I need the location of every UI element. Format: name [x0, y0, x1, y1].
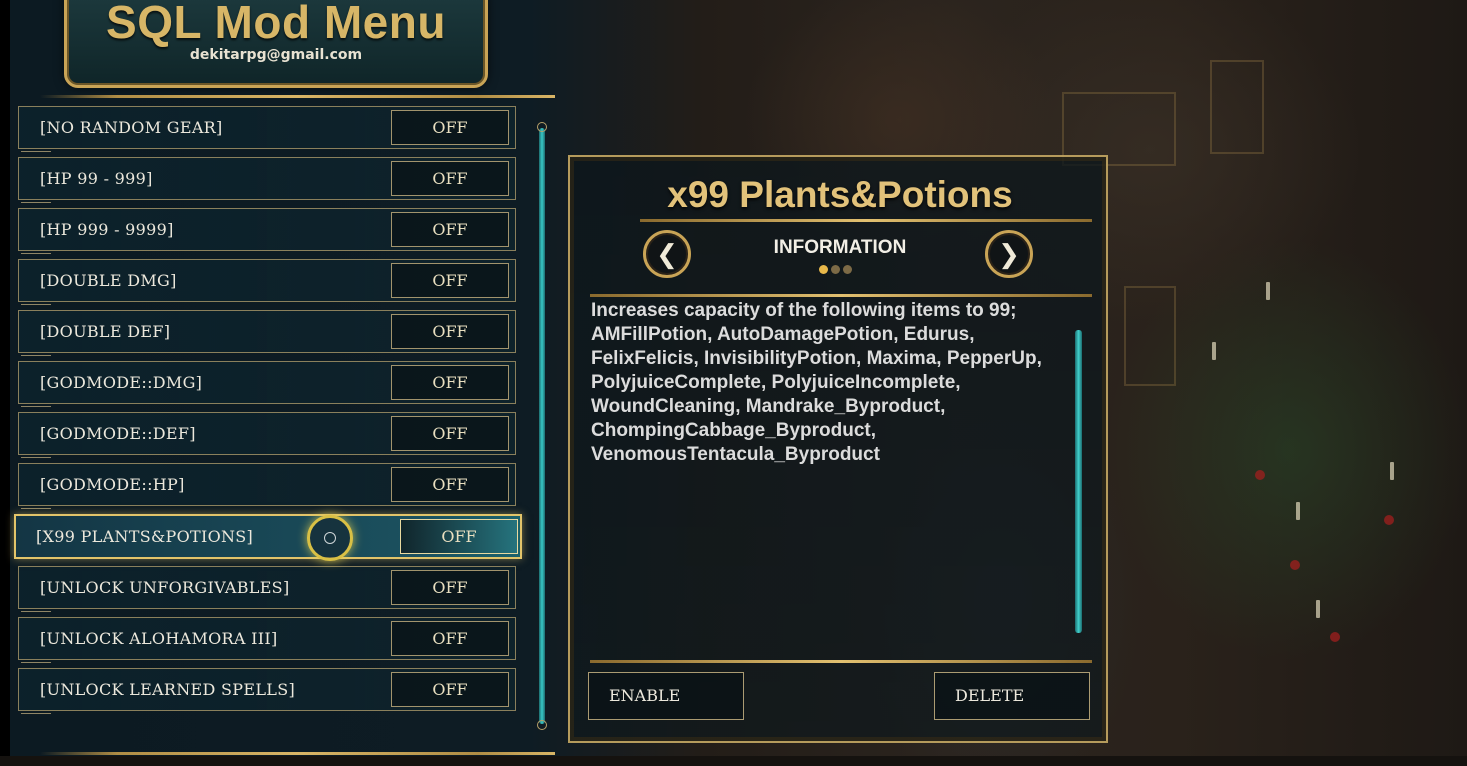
mod-row[interactable]: [UNLOCK ALOHAMORA III] OFF	[18, 617, 516, 663]
mod-label: [HP 999 - 9999]	[40, 220, 174, 239]
description-line: VenomousTentacula_Byproduct	[591, 444, 880, 465]
mod-row-selected[interactable]: [X99 PLANTS&POTIONS] OFF	[14, 514, 522, 559]
mod-label: [GODMODE::DEF]	[40, 424, 196, 443]
candle	[1212, 342, 1216, 360]
cursor-icon	[307, 515, 353, 561]
info-title: x99 Plants&Potions	[667, 174, 1013, 215]
mod-label: [X99 PLANTS&POTIONS]	[36, 527, 254, 546]
mod-row[interactable]: [DOUBLE DEF] OFF	[18, 310, 516, 356]
mod-toggle[interactable]: OFF	[391, 314, 509, 349]
list-frame-bottom	[40, 752, 555, 755]
candle	[1296, 502, 1300, 520]
row-ornament	[21, 145, 51, 152]
mod-row[interactable]: [NO RANDOM GEAR] OFF	[18, 106, 516, 152]
mod-row[interactable]: [UNLOCK LEARNED SPELLS] OFF	[18, 668, 516, 714]
page-indicator	[819, 259, 855, 274]
cursor-center	[324, 532, 336, 544]
candle	[1390, 462, 1394, 480]
mod-label: [UNLOCK UNFORGIVABLES]	[40, 578, 290, 597]
row-ornament	[21, 502, 51, 509]
page-dot	[831, 265, 840, 274]
mod-label: [HP 99 - 999]	[40, 169, 153, 188]
picture-frame	[1124, 286, 1176, 386]
ornament-bauble	[1290, 560, 1300, 570]
mod-toggle[interactable]: OFF	[391, 212, 509, 247]
mod-row[interactable]: [DOUBLE DMG] OFF	[18, 259, 516, 305]
mod-toggle[interactable]: OFF	[391, 263, 509, 298]
description-line: Increases capacity of the following item…	[591, 300, 1017, 321]
scrollbar-cap	[537, 720, 547, 730]
mod-toggle[interactable]: OFF	[391, 416, 509, 451]
mod-row[interactable]: [GODMODE::DMG] OFF	[18, 361, 516, 407]
menu-logo: SQL Mod Menu dekitarpg@gmail.com	[64, 0, 488, 88]
list-scrollbar[interactable]	[539, 128, 545, 724]
page-dot	[843, 265, 852, 274]
divider	[590, 660, 1092, 663]
enable-button[interactable]: ENABLE	[588, 672, 744, 720]
mod-label: [UNLOCK LEARNED SPELLS]	[40, 680, 296, 699]
mod-row[interactable]: [HP 99 - 999] OFF	[18, 157, 516, 203]
mod-label: [DOUBLE DEF]	[40, 322, 171, 341]
mod-row[interactable]: [GODMODE::HP] OFF	[18, 463, 516, 509]
ornament-bauble	[1255, 470, 1265, 480]
mod-toggle[interactable]: OFF	[391, 365, 509, 400]
mod-label: [GODMODE::HP]	[40, 475, 185, 494]
divider	[590, 294, 1092, 297]
mod-label: [GODMODE::DMG]	[40, 373, 203, 392]
prev-page-button[interactable]: ❮	[643, 230, 691, 278]
next-page-button[interactable]: ❯	[985, 230, 1033, 278]
info-scrollbar[interactable]	[1075, 330, 1082, 633]
row-ornament	[21, 298, 51, 305]
left-edge	[0, 0, 10, 766]
page-dot-active	[819, 265, 828, 274]
mod-row[interactable]: [HP 999 - 9999] OFF	[18, 208, 516, 254]
row-ornament	[21, 196, 51, 203]
row-ornament	[21, 451, 51, 458]
ornament-bauble	[1330, 632, 1340, 642]
info-description: Increases capacity of the following item…	[591, 299, 1066, 467]
row-ornament	[21, 605, 51, 612]
row-ornament	[21, 247, 51, 254]
candle	[1266, 282, 1270, 300]
row-ornament	[21, 656, 51, 663]
info-panel: x99 Plants&Potions ❮ INFORMATION ❯ Incre…	[568, 155, 1108, 743]
row-ornament	[21, 400, 51, 407]
row-ornament	[21, 707, 51, 714]
candle	[1316, 600, 1320, 618]
mod-toggle[interactable]: OFF	[391, 621, 509, 656]
description-line: PolyjuiceComplete, PolyjuiceIncomplete,	[591, 372, 961, 393]
mod-toggle[interactable]: OFF	[391, 467, 509, 502]
list-frame-top	[40, 95, 555, 98]
picture-frame	[1210, 60, 1264, 154]
mod-toggle[interactable]: OFF	[400, 519, 518, 554]
author-email: dekitarpg@gmail.com	[189, 47, 363, 63]
mod-label: [UNLOCK ALOHAMORA III]	[40, 629, 278, 648]
row-ornament	[21, 349, 51, 356]
divider	[640, 219, 1092, 222]
mod-toggle[interactable]: OFF	[391, 161, 509, 196]
mod-toggle[interactable]: OFF	[391, 110, 509, 145]
menu-title: SQL Mod Menu	[106, 0, 446, 48]
mod-label: [DOUBLE DMG]	[40, 271, 177, 290]
info-subtitle: INFORMATION	[773, 237, 907, 258]
description-line: AMFillPotion, AutoDamagePotion, Edurus,	[591, 324, 975, 345]
mod-toggle[interactable]: OFF	[391, 672, 509, 707]
scrollbar-cap	[537, 122, 547, 132]
description-line: FelixFelicis, InvisibilityPotion, Maxima…	[591, 348, 1042, 369]
bottom-edge	[0, 756, 1467, 766]
mod-label: [NO RANDOM GEAR]	[40, 118, 223, 137]
description-line: ChompingCabbage_Byproduct,	[591, 420, 877, 441]
ornament-bauble	[1384, 515, 1394, 525]
mod-row[interactable]: [UNLOCK UNFORGIVABLES] OFF	[18, 566, 516, 612]
mod-row[interactable]: [GODMODE::DEF] OFF	[18, 412, 516, 458]
description-line: WoundCleaning, Mandrake_Byproduct,	[591, 396, 946, 417]
mod-toggle[interactable]: OFF	[391, 570, 509, 605]
delete-button[interactable]: DELETE	[934, 672, 1090, 720]
